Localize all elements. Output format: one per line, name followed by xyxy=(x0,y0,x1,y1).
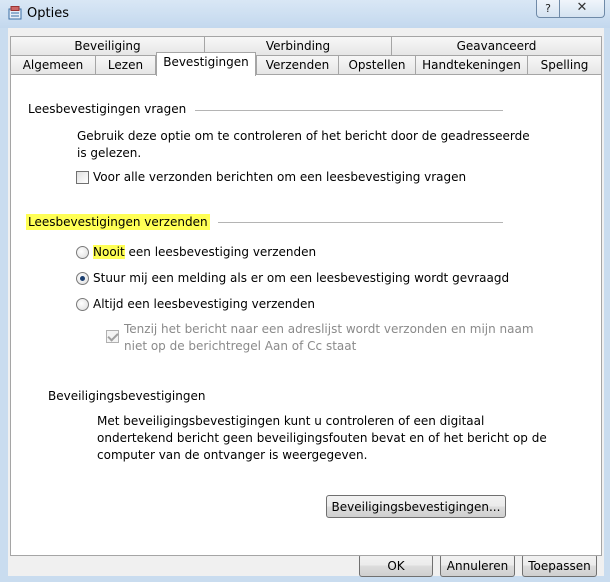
security-description-line1: Met beveiligingsbevestigingen kunt u con… xyxy=(97,414,485,428)
radio-never-send-label[interactable]: Nooit een leesbevestiging verzenden xyxy=(93,245,316,259)
tab-geavanceerd[interactable]: Geavanceerd xyxy=(391,36,602,55)
request-description-line1: Gebruik deze optie om te controleren of … xyxy=(77,129,530,143)
help-button[interactable]: ? xyxy=(536,0,560,18)
distribution-list-checkbox[interactable] xyxy=(106,330,119,343)
tab-verzenden[interactable]: Verzenden xyxy=(256,55,339,74)
security-receipts-button[interactable]: Beveiligingsbevestigingen... xyxy=(326,495,506,518)
tab-spelling[interactable]: Spelling xyxy=(527,55,602,74)
never-label-rest: een leesbevestiging verzenden xyxy=(124,245,317,259)
options-icon xyxy=(8,6,22,20)
security-receipts-heading: Beveiligingsbevestigingen xyxy=(48,389,206,403)
send-receipts-heading: Leesbevestigingen verzenden xyxy=(26,214,210,230)
separator xyxy=(195,110,503,111)
request-receipt-checkbox-label[interactable]: Voor alle verzonden berichten om een lee… xyxy=(93,170,466,184)
radio-notify-me[interactable] xyxy=(76,272,89,285)
distribution-list-label-line2: niet op de berichtregel Aan of Cc staat xyxy=(124,339,357,353)
tab-lezen[interactable]: Lezen xyxy=(95,55,156,74)
title-bar: Opties ? ✕ xyxy=(0,0,610,28)
close-button[interactable]: ✕ xyxy=(559,0,605,18)
request-receipt-checkbox[interactable] xyxy=(76,171,89,184)
ok-button[interactable]: OK xyxy=(359,554,433,577)
tab-bevestigingen[interactable]: Bevestigingen xyxy=(156,52,256,76)
security-description-line2: ondertekend bericht geen beveiligingsfou… xyxy=(97,431,547,445)
tab-opstellen[interactable]: Opstellen xyxy=(338,55,416,74)
security-description-line3: computer van de ontvanger is weergegeven… xyxy=(97,448,368,462)
tab-panel-bevestigingen: Leesbevestigingen vragen Gebruik deze op… xyxy=(10,74,602,556)
never-highlight: Nooit xyxy=(93,245,125,259)
radio-always-send[interactable] xyxy=(76,298,89,311)
distribution-list-label-line1: Tenzij het bericht naar een adreslijst w… xyxy=(124,322,534,336)
tab-algemeen[interactable]: Algemeen xyxy=(10,55,96,74)
window-title: Opties xyxy=(27,6,69,21)
request-receipts-heading: Leesbevestigingen vragen xyxy=(28,102,187,116)
apply-button[interactable]: Toepassen xyxy=(522,554,597,577)
request-description-line2: is gelezen. xyxy=(77,146,142,160)
radio-never-send[interactable] xyxy=(76,246,89,259)
dialog-client: Beveiliging Verbinding Geavanceerd Algem… xyxy=(8,28,604,577)
radio-notify-me-label[interactable]: Stuur mij een melding als er om een lees… xyxy=(93,271,509,285)
radio-always-send-label[interactable]: Altijd een leesbevestiging verzenden xyxy=(93,297,315,311)
separator xyxy=(218,222,503,223)
cancel-button[interactable]: Annuleren xyxy=(440,554,515,577)
tab-handtekeningen[interactable]: Handtekeningen xyxy=(415,55,528,74)
